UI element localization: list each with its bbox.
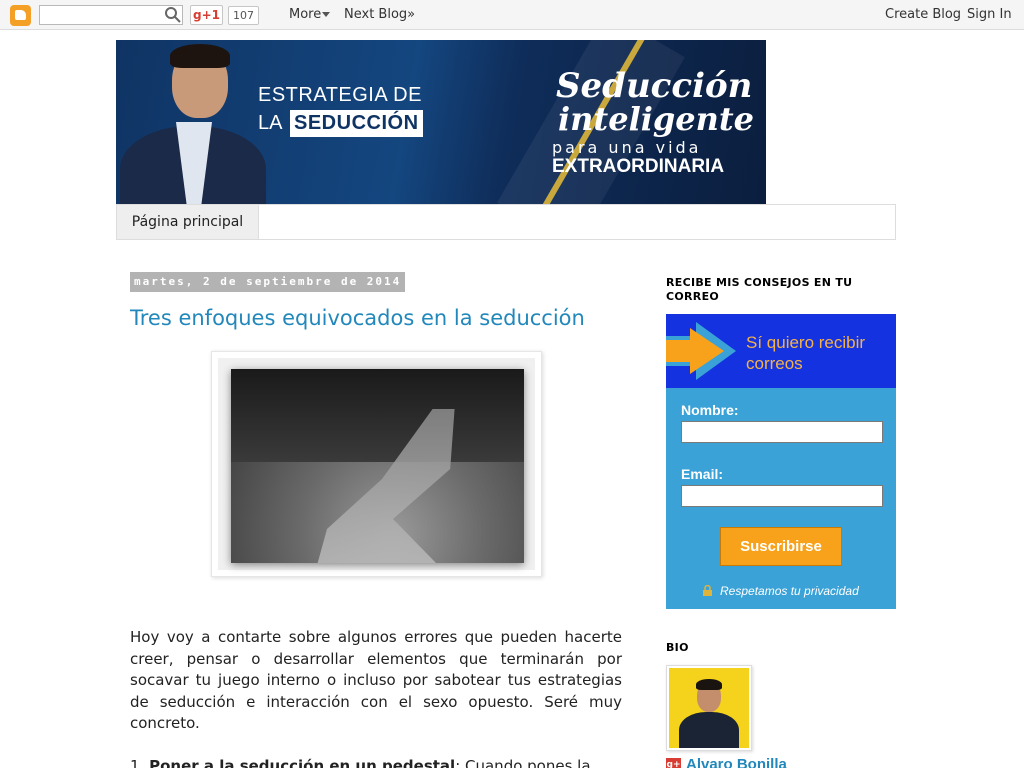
list-item-text: : Cuando pones la: [455, 757, 591, 768]
create-blog-link[interactable]: Create Blog: [885, 7, 961, 22]
subscribe-form: Sí quiero recibir correos Nombre: Email:…: [666, 314, 896, 609]
pages-tab-bar: Página principal: [116, 204, 896, 240]
next-blog-link[interactable]: Next Blog»: [344, 7, 415, 22]
subscribe-button[interactable]: Suscribirse: [720, 527, 842, 566]
banner-slogan-4: EXTRAORDINARIA: [552, 156, 725, 177]
email-field[interactable]: [681, 485, 883, 507]
optin-header: Sí quiero recibir correos: [666, 314, 896, 388]
banner-title-line2-prefix: LA: [258, 112, 283, 134]
banner-title-line1: ESTRATEGIA DE: [258, 84, 422, 106]
banner-person-hair: [170, 44, 230, 68]
name-field[interactable]: [681, 421, 883, 443]
sign-in-link[interactable]: Sign In: [967, 7, 1012, 22]
bio-photo-background: [669, 668, 749, 748]
optin-heading: Sí quiero recibir correos: [746, 333, 866, 373]
subscribe-widget-title: RECIBE MIS CONSEJOS EN TU CORREO: [666, 276, 853, 303]
banner-slogan-2: inteligente: [558, 100, 755, 138]
banner-slogan-3: para una vida: [552, 138, 702, 157]
gplus-count: 107: [228, 6, 259, 25]
post-image-trees: [231, 369, 524, 463]
blog-search-input[interactable]: [39, 5, 183, 25]
gplus-icon[interactable]: g+: [666, 758, 681, 768]
blogger-logo-icon[interactable]: [10, 5, 31, 26]
banner-title-line2-highlight: SEDUCCIÓN: [290, 110, 423, 137]
gplus-button[interactable]: g+1: [190, 5, 223, 25]
privacy-text: Respetamos tu privacidad: [720, 584, 859, 598]
email-label: Email:: [681, 466, 724, 482]
post-paragraph: Hoy voy a contarte sobre algunos errores…: [130, 628, 622, 733]
bio-profile-link[interactable]: Alvaro Bonilla: [686, 756, 787, 768]
header-banner[interactable]: ESTRATEGIA DE LA SEDUCCIÓN Seducción int…: [116, 40, 766, 204]
name-label: Nombre:: [681, 402, 739, 418]
bio-person-body: [679, 712, 739, 748]
bio-widget-title: BIO: [666, 641, 689, 654]
tab-home[interactable]: Página principal: [117, 205, 259, 239]
post-image[interactable]: [231, 369, 524, 563]
chevron-down-icon[interactable]: [322, 12, 330, 17]
post-list-item: 1. Poner a la seducción en un pedestal: …: [130, 756, 622, 768]
search-icon[interactable]: [164, 6, 182, 24]
privacy-note: Respetamos tu privacidad: [702, 584, 859, 598]
post-image-matte: [218, 358, 535, 570]
list-item-number: 1.: [130, 757, 145, 768]
bio-person-hair: [696, 679, 722, 690]
more-menu[interactable]: More: [289, 7, 321, 22]
arrow-right-icon: [666, 322, 736, 380]
list-item-heading: Poner a la seducción en un pedestal: [149, 757, 456, 768]
blogger-navbar: g+1 107 More Next Blog» Create Blog Sign…: [0, 0, 1024, 30]
post-title[interactable]: Tres enfoques equivocados en la seducció…: [130, 306, 585, 330]
bio-avatar[interactable]: [666, 665, 752, 751]
post-image-frame[interactable]: [211, 351, 542, 577]
post-date-header: martes, 2 de septiembre de 2014: [130, 272, 406, 292]
lock-icon: [703, 585, 712, 596]
